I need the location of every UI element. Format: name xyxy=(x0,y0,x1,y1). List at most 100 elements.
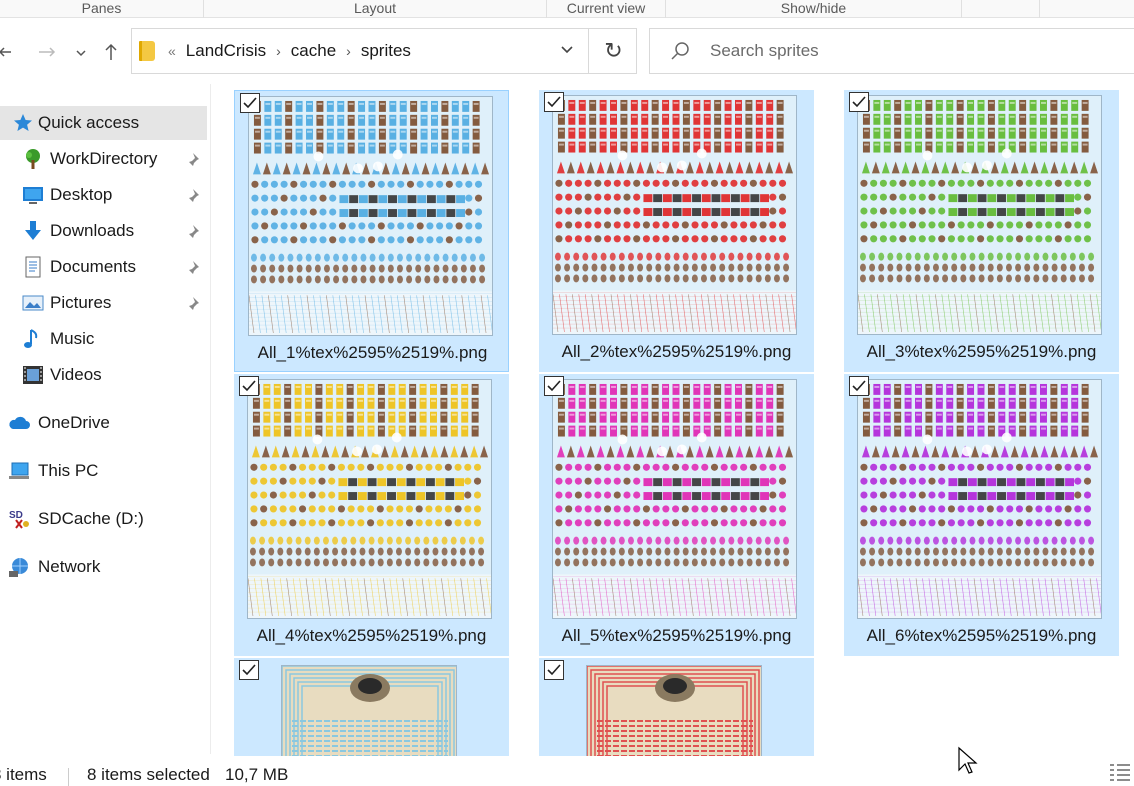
pin-icon xyxy=(189,189,199,202)
selection-checkbox[interactable] xyxy=(849,376,869,396)
selection-checkbox[interactable] xyxy=(849,92,869,112)
sidebar-item-label: Desktop xyxy=(50,185,113,204)
breadcrumb-cache[interactable]: cache xyxy=(291,41,336,61)
cloud-icon xyxy=(9,416,30,429)
file-tile[interactable]: All_4%tex%2595%2519%.png xyxy=(234,374,509,656)
sidebar-item-videos[interactable]: Videos xyxy=(0,358,207,392)
item-count: 8 items xyxy=(0,765,47,784)
pin-icon xyxy=(189,225,199,238)
selected-count: 8 items selected xyxy=(87,765,210,784)
forward-button[interactable] xyxy=(36,40,58,64)
search-box[interactable]: Search sprites xyxy=(649,28,1134,74)
desktop-icon xyxy=(23,187,43,204)
search-input[interactable]: Search sprites xyxy=(710,29,819,73)
tree-folder-icon xyxy=(26,149,40,169)
file-tile[interactable]: All_5%tex%2595%2519%.png xyxy=(539,374,814,656)
file-name: All_4%tex%2595%2519%.png xyxy=(256,626,487,645)
selection-checkbox[interactable] xyxy=(239,660,259,680)
sidebar-item-onedrive[interactable]: OneDrive xyxy=(0,406,207,440)
selection-checkbox[interactable] xyxy=(544,92,564,112)
address-history-button[interactable] xyxy=(555,39,579,63)
selected-size: 10,7 MB xyxy=(225,765,289,784)
checkmark-icon xyxy=(852,96,866,108)
file-tile[interactable] xyxy=(234,658,509,756)
file-name: All_5%tex%2595%2519%.png xyxy=(561,626,792,645)
arrow-right-icon xyxy=(39,47,56,57)
checkmark-icon xyxy=(242,380,256,392)
back-button[interactable] xyxy=(0,40,18,64)
file-thumbnail xyxy=(857,379,1102,619)
file-thumbnail xyxy=(281,665,457,756)
sidebar-item-label: SDCache (D:) xyxy=(38,509,144,528)
breadcrumb-landcrisis[interactable]: LandCrisis xyxy=(186,41,266,61)
arrow-left-icon xyxy=(0,47,11,57)
arrow-up-icon xyxy=(105,43,117,60)
status-divider xyxy=(68,768,69,786)
refresh-button[interactable]: ↻ xyxy=(588,29,638,73)
breadcrumb: « LandCrisis › cache › sprites xyxy=(168,29,411,73)
file-thumbnail xyxy=(247,379,492,619)
selection-checkbox[interactable] xyxy=(544,660,564,680)
folder-icon xyxy=(139,41,155,61)
sidebar-item-workdirectory[interactable]: WorkDirectory xyxy=(0,142,207,176)
sidebar-item-sdcache[interactable]: SD SDCache (D:) xyxy=(0,502,207,536)
selection-checkbox[interactable] xyxy=(544,376,564,396)
checkmark-icon xyxy=(243,97,257,109)
breadcrumb-overflow[interactable]: « xyxy=(168,43,176,59)
ribbon-group-blank xyxy=(962,0,1040,18)
checkmark-icon xyxy=(547,380,561,392)
sidebar-item-network[interactable]: Network xyxy=(0,550,207,584)
sidebar-item-quick-access[interactable]: Quick access xyxy=(0,106,207,140)
file-thumbnail xyxy=(552,379,797,619)
file-tile[interactable]: All_6%tex%2595%2519%.png xyxy=(844,374,1119,656)
ribbon-group-panes: Panes xyxy=(0,0,204,18)
file-list: All_1%tex%2595%2519%.png All_2%tex%2595%… xyxy=(212,84,1134,756)
navigation-bar: « LandCrisis › cache › sprites ↻ Search … xyxy=(0,18,1134,84)
chevron-right-icon[interactable]: › xyxy=(346,43,351,59)
chevron-down-icon xyxy=(561,46,573,54)
navigation-pane: Quick access WorkDirectory Desktop Downl… xyxy=(0,84,211,754)
pin-icon xyxy=(189,153,199,166)
computer-icon xyxy=(9,462,29,479)
file-tile[interactable]: All_1%tex%2595%2519%.png xyxy=(234,90,509,372)
music-icon xyxy=(24,329,38,348)
sidebar-item-label: Videos xyxy=(50,365,102,384)
checkmark-icon xyxy=(547,96,561,108)
download-icon xyxy=(25,221,41,240)
sidebar-item-desktop[interactable]: Desktop xyxy=(0,178,207,212)
pin-icon xyxy=(189,261,199,274)
sidebar-item-pictures[interactable]: Pictures xyxy=(0,286,207,320)
breadcrumb-sprites[interactable]: sprites xyxy=(361,41,411,61)
sidebar-item-downloads[interactable]: Downloads xyxy=(0,214,207,248)
sidebar-item-documents[interactable]: Documents xyxy=(0,250,207,284)
ribbon-group-show-hide: Show/hide xyxy=(666,0,962,18)
sidebar-item-music[interactable]: Music xyxy=(0,322,207,356)
checkmark-icon xyxy=(852,380,866,392)
file-thumbnail xyxy=(552,95,797,335)
ribbon-group-current-view: Current view xyxy=(547,0,666,18)
ribbon-group-layout: Layout xyxy=(204,0,547,18)
file-tile[interactable] xyxy=(539,658,814,756)
sidebar-item-this-pc[interactable]: This PC xyxy=(0,454,207,488)
refresh-icon: ↻ xyxy=(604,38,623,63)
chevron-right-icon[interactable]: › xyxy=(276,43,281,59)
details-view-icon[interactable] xyxy=(1108,762,1132,782)
file-tile[interactable]: All_3%tex%2595%2519%.png xyxy=(844,90,1119,372)
file-name: All_6%tex%2595%2519%.png xyxy=(866,626,1097,645)
file-name: All_1%tex%2595%2519%.png xyxy=(257,343,488,362)
address-bar[interactable]: « LandCrisis › cache › sprites ↻ xyxy=(131,28,637,74)
network-icon xyxy=(9,558,28,577)
mouse-cursor-icon xyxy=(958,746,978,774)
pin-icon xyxy=(189,297,199,310)
up-button[interactable] xyxy=(100,40,122,64)
file-name: All_2%tex%2595%2519%.png xyxy=(561,342,792,361)
star-icon xyxy=(14,114,32,131)
pictures-icon xyxy=(22,295,44,311)
search-icon xyxy=(671,42,689,60)
drive-icon: SD xyxy=(9,510,29,529)
file-tile[interactable]: All_2%tex%2595%2519%.png xyxy=(539,90,814,372)
file-thumbnail xyxy=(586,665,762,756)
selection-checkbox[interactable] xyxy=(240,93,260,113)
recent-locations-button[interactable] xyxy=(70,40,92,64)
selection-checkbox[interactable] xyxy=(239,376,259,396)
